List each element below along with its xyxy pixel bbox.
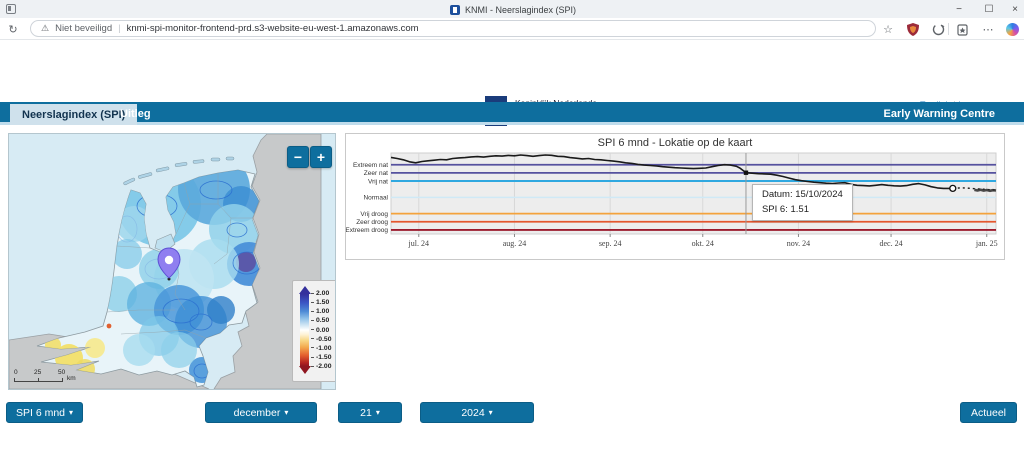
legend-tick-label: -0.50: [311, 336, 332, 343]
y-axis-label: Extreem droog: [346, 227, 388, 234]
tab-workspaces-icon[interactable]: [6, 4, 16, 14]
url-text: knmi-spi-monitor-frontend-prd.s3-website…: [127, 23, 419, 34]
favorites-star-icon[interactable]: ☆: [878, 18, 898, 40]
caret-down-icon: ▾: [69, 408, 73, 417]
legend-arrow-bottom: [299, 366, 311, 374]
tooltip-date: Datum: 15/10/2024: [762, 188, 843, 203]
series-line-fuzz: [974, 190, 996, 191]
day-dropdown[interactable]: 21 ▾: [338, 402, 402, 423]
address-bar[interactable]: ⚠ Niet beveiligd | knmi-spi-monitor-fron…: [30, 20, 876, 37]
x-axis-label: okt. 24: [692, 239, 714, 248]
x-axis-label: aug. 24: [503, 239, 527, 248]
copilot-icon[interactable]: [1002, 18, 1022, 40]
y-axis-label: Zeer nat: [364, 170, 388, 177]
site-header: Koninklijk Nederlands Meteorologisch Ins…: [0, 40, 1024, 96]
tab-neerslagindex[interactable]: Neerslagindex (SPI): [10, 104, 137, 125]
netherlands-spi-map[interactable]: [9, 134, 335, 389]
legend-tick-label: 2.00: [311, 290, 332, 297]
scale-mid-label: 25: [34, 369, 41, 376]
y-axis-label: Zeer droog: [356, 219, 388, 226]
caret-down-icon: ▾: [284, 408, 288, 417]
tooltip-value: SPI 6: 1.51: [762, 203, 843, 218]
browser-toolbar: ↻ ⚠ Niet beveiligd | knmi-spi-monitor-fr…: [0, 18, 1024, 40]
knmi-favicon-icon: [450, 5, 460, 15]
x-axis-label: jan. 25: [975, 239, 998, 248]
scale-end-label: 50: [58, 369, 65, 376]
toolbar-divider: [948, 23, 949, 35]
legend-tick-label: -1.50: [311, 354, 332, 361]
legend-tick-label: 1.00: [311, 308, 332, 315]
legend-tick-label: -2.00: [311, 363, 332, 370]
legend-tick-label: 0.00: [311, 327, 332, 334]
main-nav: Neerslagindex (SPI) Uitleg Early Warning…: [0, 102, 1024, 125]
index-dropdown[interactable]: SPI 6 mnd ▾: [6, 402, 83, 423]
security-label[interactable]: Niet beveiligd: [55, 23, 112, 34]
legend-tick-label: 1.50: [311, 299, 332, 306]
legend-arrow-top: [299, 286, 311, 294]
y-axis-label: Vrij nat: [368, 178, 388, 185]
actueel-button[interactable]: Actueel: [960, 402, 1017, 423]
refresh-icon[interactable]: ↻: [3, 18, 23, 40]
screen: KNMI - Neerslagindex (SPI) − ☐ × ↻ ⚠ Nie…: [0, 0, 1024, 474]
index-dropdown-label: SPI 6 mnd: [16, 407, 65, 419]
month-dropdown[interactable]: december ▾: [205, 402, 317, 423]
current-date-marker: [950, 185, 956, 191]
map-zoom-out-button[interactable]: −: [287, 146, 309, 168]
adblock-shield-icon[interactable]: [903, 18, 923, 40]
caret-down-icon: ▾: [489, 408, 493, 417]
tab-title: KNMI - Neerslagindex (SPI): [465, 5, 576, 15]
spi-chart-panel: SPI 6 mnd - Lokatie op de kaart jul. 24a…: [345, 133, 1005, 260]
month-dropdown-label: december: [234, 407, 281, 419]
map-color-legend: 2.00 1.50 1.00 0.50 0.00 -0.50 -1.00 -1.50 -2.00: [292, 280, 336, 382]
address-divider: |: [118, 23, 120, 34]
browser-tab-strip: KNMI - Neerslagindex (SPI) − ☐ ×: [0, 0, 1024, 18]
collections-icon[interactable]: [953, 18, 973, 40]
legend-tick-label: 0.50: [311, 317, 332, 324]
selected-point-marker: [744, 171, 748, 175]
early-warning-centre-label: Early Warning Centre: [884, 102, 995, 125]
y-axis-label: Normaal: [363, 195, 388, 202]
y-axis-label: Vrij droog: [360, 211, 388, 218]
scale-start-label: 0: [14, 369, 18, 376]
warning-icon: ⚠: [41, 23, 49, 34]
x-axis-label: jul. 24: [408, 239, 429, 248]
year-dropdown-label: 2024: [461, 407, 484, 419]
year-dropdown[interactable]: 2024 ▾: [420, 402, 534, 423]
day-dropdown-label: 21: [360, 407, 372, 419]
browser-essentials-icon[interactable]: [928, 18, 948, 40]
tab-uitleg[interactable]: Uitleg: [120, 102, 151, 125]
settings-menu-icon[interactable]: ⋯: [978, 18, 998, 40]
y-axis-label: Extreem nat: [353, 162, 388, 169]
caret-down-icon: ▾: [376, 408, 380, 417]
chart-tooltip: Datum: 15/10/2024 SPI 6: 1.51: [752, 184, 853, 221]
minimize-button[interactable]: −: [944, 0, 974, 18]
spi-chart-svg[interactable]: jul. 24 aug. 24 sep. 24 okt. 24 nov. 24 dec. …: [346, 134, 1004, 259]
legend-tick-labels: 2.00 1.50 1.00 0.50 0.00 -0.50 -1.00 -1.50 -2.00: [311, 290, 332, 370]
map-zoom-in-button[interactable]: +: [310, 146, 332, 168]
map-panel[interactable]: − + 2.00 1.50 1.00 0.50 0.00 -0.50 -1.00 -1.50 -…: [8, 133, 336, 390]
x-axis-label: nov. 24: [787, 239, 810, 248]
x-axis-label: sep. 24: [599, 239, 622, 248]
map-scale-bar: 0 25 50 km: [14, 369, 78, 382]
close-button[interactable]: ×: [1000, 0, 1024, 18]
legend-gradient-bar: [300, 294, 309, 366]
legend-tick-label: -1.00: [311, 345, 332, 352]
browser-tab[interactable]: KNMI - Neerslagindex (SPI): [440, 2, 586, 18]
x-axis-label: dec. 24: [879, 239, 902, 248]
scale-unit-label: km: [67, 375, 76, 382]
